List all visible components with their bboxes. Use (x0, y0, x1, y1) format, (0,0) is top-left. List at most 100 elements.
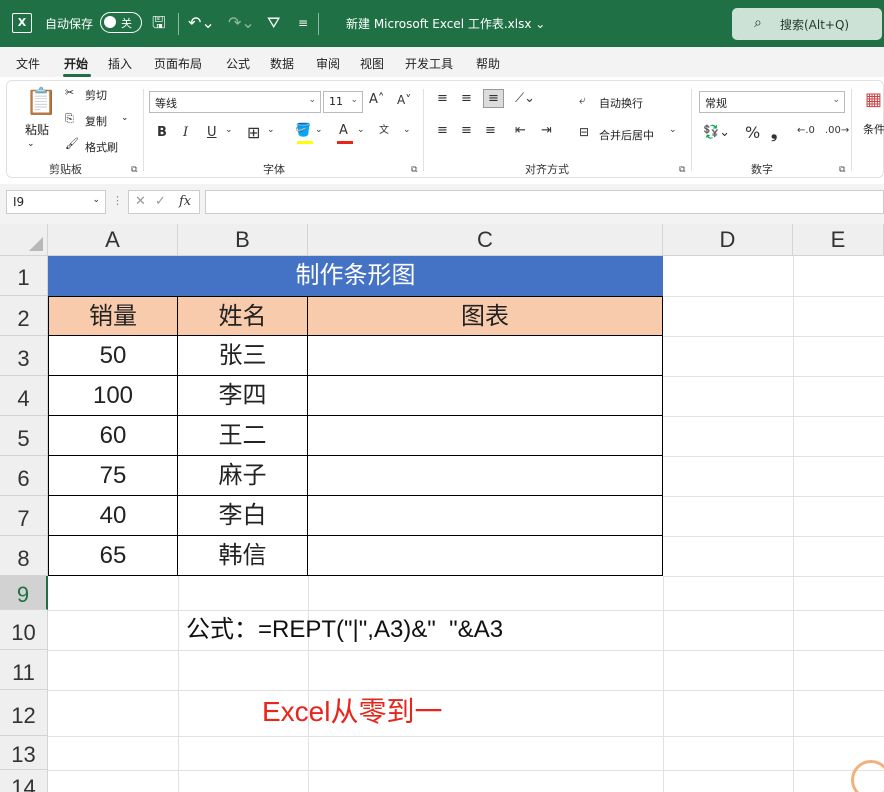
font-color-icon[interactable]: A (339, 123, 348, 138)
tab-home[interactable]: 开始 (64, 55, 88, 72)
tab-review[interactable]: 审阅 (316, 55, 340, 72)
underline-icon[interactable]: U (207, 125, 217, 140)
column-header-b[interactable]: B (178, 224, 308, 256)
table-cell-sales[interactable]: 40 (48, 496, 178, 536)
row-header-2[interactable]: 2 (0, 296, 48, 336)
font-launcher-icon[interactable]: ⧉ (411, 165, 417, 175)
borders-icon[interactable]: ⊞ (247, 123, 260, 142)
align-top-icon[interactable]: ≡ (437, 91, 448, 106)
row-header-11[interactable]: 11 (0, 650, 48, 690)
comma-style-icon[interactable]: ❟ (771, 123, 777, 143)
select-all-button[interactable] (0, 224, 48, 256)
column-header-e[interactable]: E (793, 224, 884, 256)
table-cell-chart[interactable] (308, 416, 663, 456)
number-launcher-icon[interactable]: ⧉ (839, 165, 845, 175)
tab-help[interactable]: 帮助 (476, 55, 500, 72)
enter-icon[interactable]: ✓ (155, 194, 166, 209)
column-header-d[interactable]: D (663, 224, 793, 256)
merge-center-icon[interactable]: ⊟ (579, 125, 589, 139)
decrease-indent-icon[interactable]: ⇤ (515, 123, 526, 138)
chevron-down-icon[interactable]: ⌄ (669, 125, 677, 135)
increase-indent-icon[interactable]: ⇥ (541, 123, 552, 138)
row-header-14[interactable]: 14 (0, 770, 48, 792)
alignment-launcher-icon[interactable]: ⧉ (679, 165, 685, 175)
chevron-down-icon[interactable]: ⌄ (357, 125, 365, 135)
format-painter-icon[interactable]: 🖌 (65, 137, 79, 150)
row-header-6[interactable]: 6 (0, 456, 48, 496)
paste-icon[interactable]: 📋 (25, 87, 57, 117)
autosave-toggle[interactable]: 关 (100, 12, 142, 33)
orientation-icon[interactable]: ⟋⌄ (515, 91, 535, 106)
table-cell-name[interactable]: 李白 (178, 496, 308, 536)
decrease-decimal-icon[interactable]: .00→ (825, 125, 849, 136)
decrease-font-icon[interactable]: A˅ (397, 93, 411, 107)
conditional-formatting-icon[interactable]: ▦ (865, 89, 882, 110)
row-header-12[interactable]: 12 (0, 690, 48, 736)
row-header-10[interactable]: 10 (0, 610, 48, 650)
chevron-down-icon[interactable]: ⌄ (225, 125, 233, 135)
chevron-down-icon[interactable]: ⌄ (267, 125, 275, 135)
formula-input[interactable] (205, 190, 884, 214)
table-cell-sales[interactable]: 60 (48, 416, 178, 456)
merge-center-button[interactable]: 合并后居中 (599, 127, 654, 143)
cut-button[interactable]: 剪切 (85, 87, 107, 103)
row-header-13[interactable]: 13 (0, 736, 48, 770)
cancel-icon[interactable]: ✕ (135, 194, 146, 209)
copy-icon[interactable]: ⎘ (65, 112, 74, 126)
save-icon[interactable]: 🖫 (152, 13, 166, 33)
insert-function-icon[interactable]: fx (179, 194, 191, 209)
redo-icon[interactable]: ↷⌄ (228, 13, 255, 33)
tab-view[interactable]: 视图 (360, 55, 384, 72)
currency-icon[interactable]: 💱⌄ (703, 125, 730, 140)
number-format-select[interactable]: 常规 ⌄ (699, 91, 845, 113)
increase-font-icon[interactable]: A˄ (369, 92, 384, 107)
table-cell-name[interactable]: 张三 (178, 336, 308, 376)
table-cell-chart[interactable] (308, 456, 663, 496)
copy-dropdown-icon[interactable]: ⌄ (121, 113, 129, 123)
column-header-a[interactable]: A (48, 224, 178, 256)
conditional-formatting-button[interactable]: 条件 (863, 121, 884, 137)
row-header-9[interactable]: 9 (0, 576, 48, 610)
tab-insert[interactable]: 插入 (108, 55, 132, 72)
percent-icon[interactable]: % (745, 123, 760, 142)
table-cell-chart[interactable] (308, 496, 663, 536)
table-cell-name[interactable]: 王二 (178, 416, 308, 456)
table-cell-name[interactable]: 麻子 (178, 456, 308, 496)
wrap-text-icon[interactable]: ⤶ (579, 93, 586, 108)
phonetic-icon[interactable]: 文 (379, 121, 389, 136)
increase-decimal-icon[interactable]: ←.0 (797, 125, 815, 136)
paste-dropdown-icon[interactable]: ⌄ (27, 139, 35, 149)
customize-qat-icon[interactable]: ≡ (298, 13, 308, 33)
table-cell-name[interactable]: 韩信 (178, 536, 308, 576)
italic-icon[interactable]: I (183, 125, 188, 140)
chevron-down-icon[interactable]: ⌄ (403, 125, 411, 135)
row-header-8[interactable]: 8 (0, 536, 48, 576)
name-box[interactable]: I9 ⌄ (6, 190, 106, 214)
table-cell-sales[interactable]: 65 (48, 536, 178, 576)
table-cell-sales[interactable]: 75 (48, 456, 178, 496)
tab-data[interactable]: 数据 (270, 55, 294, 72)
table-cell-chart[interactable] (308, 536, 663, 576)
align-center-icon[interactable]: ≡ (461, 123, 472, 138)
table-cell-chart[interactable] (308, 376, 663, 416)
align-left-icon[interactable]: ≡ (437, 123, 448, 138)
table-cell-name[interactable]: 李四 (178, 376, 308, 416)
bold-icon[interactable]: B (157, 125, 167, 140)
font-size-select[interactable]: 11 ⌄ (323, 91, 363, 113)
tab-developer[interactable]: 开发工具 (405, 55, 453, 72)
row-header-5[interactable]: 5 (0, 416, 48, 456)
tab-file[interactable]: 文件 (16, 55, 40, 72)
column-header-c[interactable]: C (308, 224, 663, 256)
search-box[interactable]: ⌕ 搜索(Alt+Q) (732, 8, 882, 40)
align-right-icon[interactable]: ≡ (485, 123, 496, 138)
chevron-down-icon[interactable]: ⌄ (315, 125, 323, 135)
fill-color-icon[interactable]: 🪣 (295, 123, 311, 138)
table-cell-sales[interactable]: 100 (48, 376, 178, 416)
table-title-cell[interactable]: 制作条形图 (48, 256, 663, 296)
row-header-3[interactable]: 3 (0, 336, 48, 376)
tab-formulas[interactable]: 公式 (226, 55, 250, 72)
row-header-1[interactable]: 1 (0, 256, 48, 296)
document-title[interactable]: 新建 Microsoft Excel 工作表.xlsx ⌄ (346, 15, 545, 32)
clipboard-launcher-icon[interactable]: ⧉ (131, 165, 137, 175)
header-cell-chart[interactable]: 图表 (308, 296, 663, 336)
